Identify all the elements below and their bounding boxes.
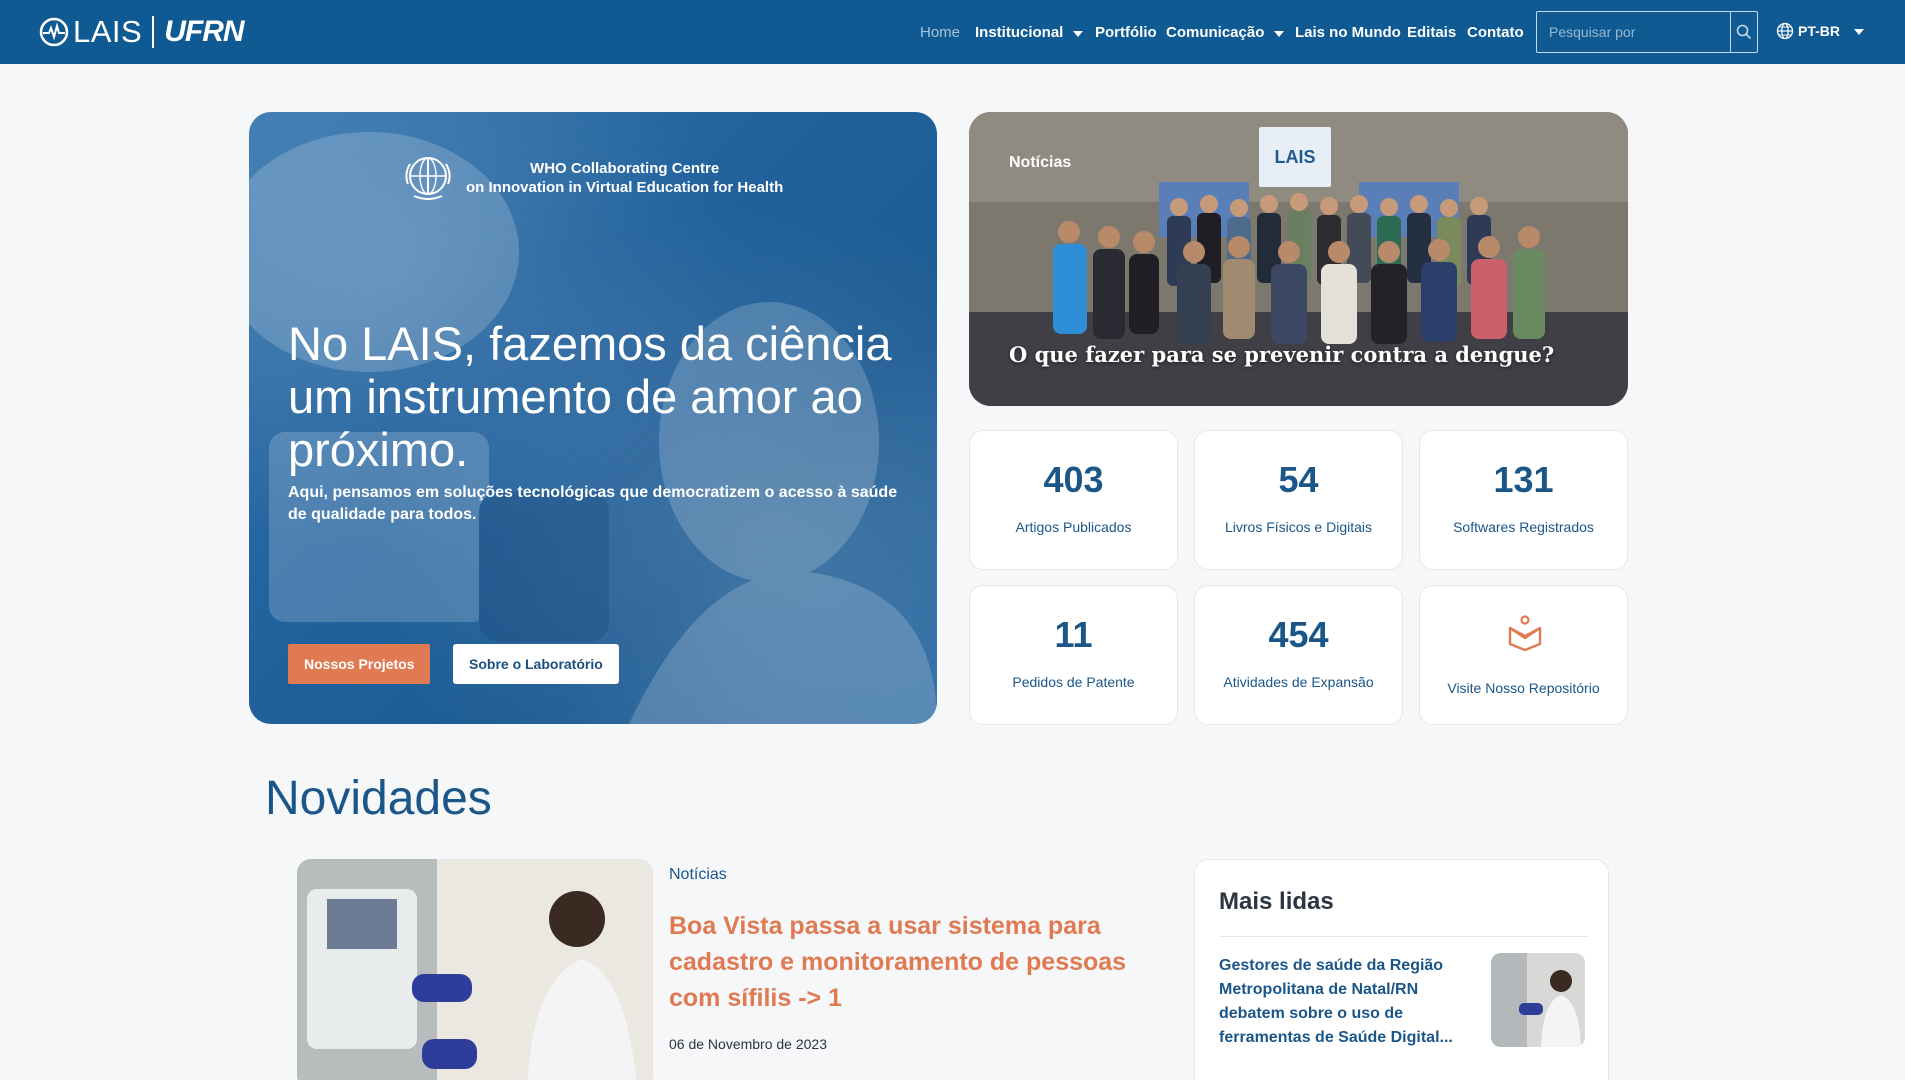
globe-icon bbox=[1776, 22, 1794, 40]
language-label: PT-BR bbox=[1798, 23, 1840, 39]
article-image[interactable] bbox=[297, 859, 653, 1080]
nav-editais-label: Editais bbox=[1407, 24, 1457, 41]
language-selector[interactable]: PT-BR bbox=[1776, 22, 1864, 40]
divider bbox=[1219, 936, 1589, 937]
repository-icon bbox=[1508, 615, 1542, 652]
stat-label: Visite Nosso Repositório bbox=[1447, 680, 1600, 696]
hero-subtitle: Aqui, pensamos em soluções tecnológicas … bbox=[288, 484, 898, 523]
stat-repositorio[interactable]: Visite Nosso Repositório bbox=[1419, 585, 1628, 725]
lab-thumbnail-image bbox=[1491, 953, 1585, 1047]
mais-lidas-card: Mais lidas Gestores de saúde da Região M… bbox=[1194, 859, 1609, 1080]
nav-editais[interactable]: Editais bbox=[1407, 24, 1456, 41]
search-icon bbox=[1736, 24, 1752, 40]
nav-portfolio-label: Portfólio bbox=[1095, 24, 1157, 41]
nav-portfolio[interactable]: Portfólio bbox=[1095, 24, 1157, 41]
article-date: 06 de Novembro de 2023 bbox=[669, 1036, 827, 1052]
lais-logo-text: LAIS bbox=[73, 14, 143, 49]
nav-lais-no-mundo[interactable]: Lais no Mundo bbox=[1295, 24, 1401, 41]
stat-value: 11 bbox=[1054, 614, 1093, 655]
who-text: WHO Collaborating Centre on Innovation i… bbox=[466, 159, 783, 197]
search-button[interactable] bbox=[1730, 12, 1757, 52]
nav-institucional[interactable]: Institucional bbox=[975, 24, 1084, 41]
stat-expansao: 454 Atividades de Expansão bbox=[1194, 585, 1403, 725]
who-line-2: on Innovation in Virtual Education for H… bbox=[466, 179, 784, 196]
who-line-1: WHO Collaborating Centre bbox=[530, 160, 720, 177]
sobre-laboratorio-button[interactable]: Sobre o Laboratório bbox=[453, 644, 619, 684]
lab-scientist-image bbox=[297, 859, 653, 1080]
nossos-projetos-button[interactable]: Nossos Projetos bbox=[288, 644, 431, 684]
stat-value: 131 bbox=[1493, 459, 1554, 500]
lais-banner: LAIS bbox=[1259, 127, 1331, 187]
chevron-down-icon bbox=[1854, 29, 1864, 35]
logo-divider bbox=[152, 16, 155, 48]
search-box bbox=[1536, 11, 1758, 53]
lais-logo: LAIS bbox=[39, 14, 142, 50]
stat-value: 454 bbox=[1268, 614, 1329, 655]
chevron-down-icon bbox=[1274, 30, 1285, 37]
mais-lidas-item-thumbnail[interactable] bbox=[1491, 953, 1585, 1047]
lais-pulse-icon bbox=[39, 17, 69, 47]
nav-contato-label: Contato bbox=[1467, 24, 1524, 41]
novidades-title: Novidades bbox=[265, 772, 492, 825]
stat-patentes: 11 Pedidos de Patente bbox=[969, 585, 1178, 725]
nav-contato[interactable]: Contato bbox=[1467, 24, 1524, 41]
article-tag[interactable]: Notícias bbox=[669, 866, 727, 884]
featured-news-card[interactable]: LAIS Notícias O que fazer para se preven… bbox=[969, 112, 1628, 406]
news-card-tag: Notícias bbox=[1009, 154, 1072, 171]
mais-lidas-item-link[interactable]: Gestores de saúde da Região Metropolitan… bbox=[1219, 954, 1479, 1050]
stat-label: Atividades de Expansão bbox=[1223, 674, 1374, 690]
stat-label: Livros Físicos e Digitais bbox=[1224, 519, 1373, 535]
stat-label: Softwares Registrados bbox=[1453, 519, 1594, 535]
search-input[interactable] bbox=[1537, 12, 1730, 52]
site-logo[interactable]: LAIS UFRN bbox=[39, 14, 245, 50]
stat-livros: 54 Livros Físicos e Digitais bbox=[1194, 430, 1403, 570]
stat-value: 403 bbox=[1043, 459, 1104, 500]
nav-home-label: Home bbox=[920, 24, 961, 41]
hero-title: No LAIS, fazemos da ciência um instrumen… bbox=[288, 317, 892, 476]
top-navigation-bar: LAIS UFRN Home Institucional Portfólio C… bbox=[0, 0, 1905, 64]
nav-comunicacao-label: Comunicação bbox=[1166, 24, 1265, 41]
who-emblem-icon bbox=[405, 157, 451, 200]
chevron-down-icon bbox=[1073, 30, 1084, 37]
article-title-link[interactable]: Boa Vista passa a usar sistema para cada… bbox=[669, 908, 1129, 1016]
who-collaborating-centre: WHO Collaborating Centre on Innovation i… bbox=[400, 154, 783, 202]
news-card-headline: O que fazer para se prevenir contra a de… bbox=[1009, 342, 1555, 367]
nav-comunicacao[interactable]: Comunicação bbox=[1166, 24, 1285, 41]
hero-banner: WHO Collaborating Centre on Innovation i… bbox=[249, 112, 937, 724]
stat-label: Pedidos de Patente bbox=[1012, 674, 1135, 690]
stat-artigos: 403 Artigos Publicados bbox=[969, 430, 1178, 570]
stat-softwares: 131 Softwares Registrados bbox=[1419, 430, 1628, 570]
mais-lidas-title: Mais lidas bbox=[1219, 888, 1334, 915]
nav-home[interactable]: Home bbox=[920, 24, 960, 41]
nav-institucional-label: Institucional bbox=[975, 24, 1064, 41]
stat-value: 54 bbox=[1278, 459, 1319, 500]
ufrn-logo-text: UFRN bbox=[164, 15, 244, 48]
stat-label: Artigos Publicados bbox=[1015, 519, 1132, 535]
nav-lais-no-mundo-label: Lais no Mundo bbox=[1295, 24, 1401, 41]
